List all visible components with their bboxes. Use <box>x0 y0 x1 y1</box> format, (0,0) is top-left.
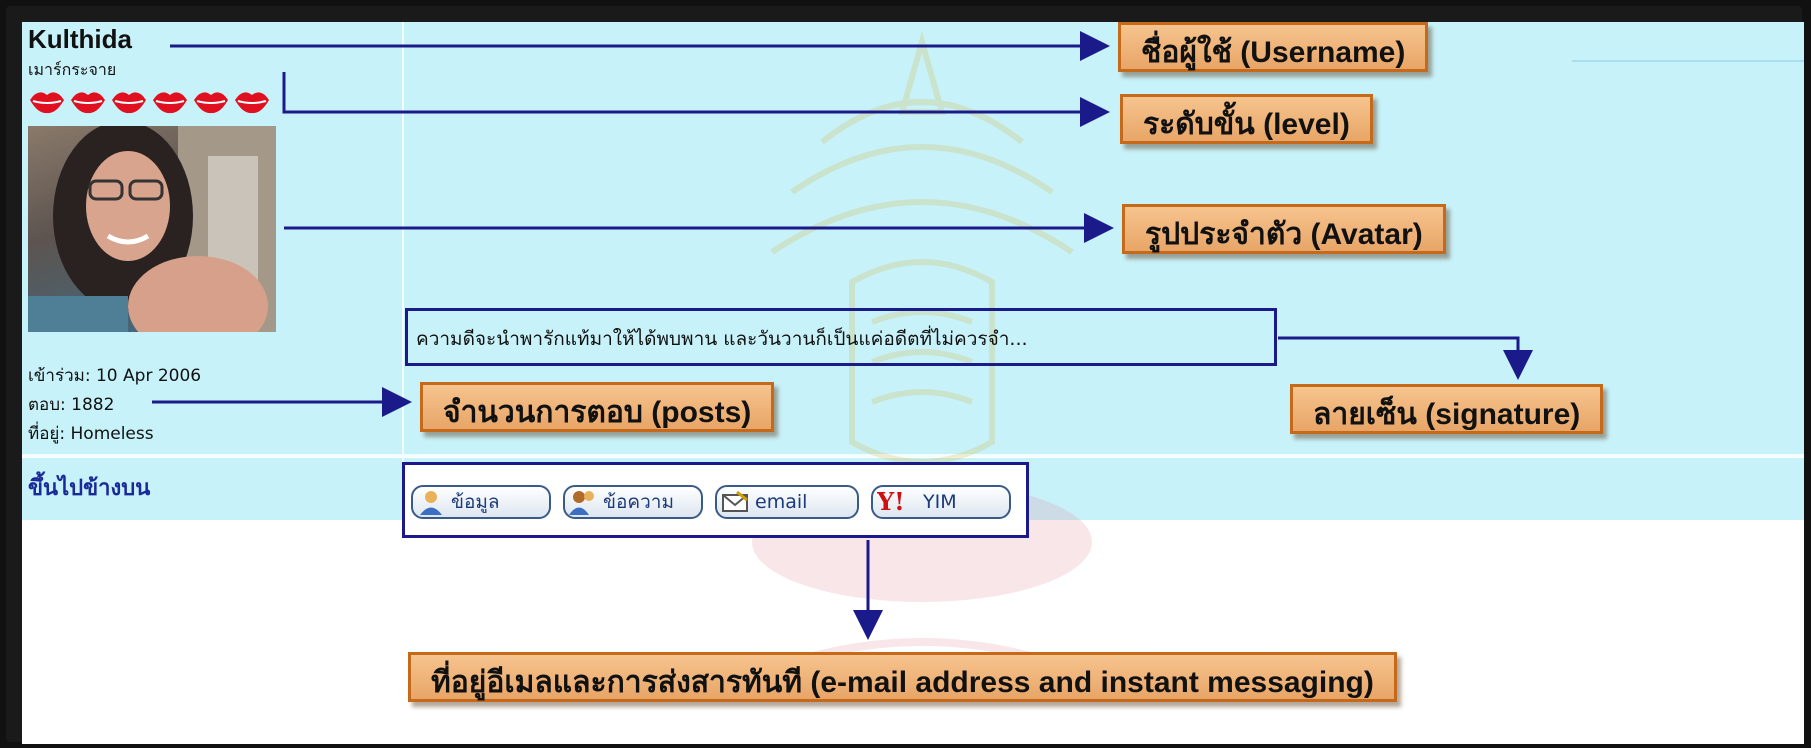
email-label: email <box>755 491 808 513</box>
rank-title: เมาร์กระจาย <box>28 60 117 79</box>
level-icons <box>28 86 271 116</box>
avatar-photo <box>28 126 276 332</box>
username: Kulthida <box>28 24 132 54</box>
signature: ความดีจะนำพารักแท้มาให้ได้พบพาน และวันวา… <box>405 308 1277 366</box>
annotation-avatar: รูปประจำตัว (Avatar) <box>1122 204 1446 254</box>
svg-text:Y!: Y! <box>877 488 905 516</box>
private-message-label: ข้อความ <box>603 491 674 513</box>
email-button[interactable]: email <box>715 485 859 519</box>
user-icon <box>420 491 442 515</box>
yahoo-messenger-icon: Y! <box>877 488 905 516</box>
lips-icon <box>71 92 105 114</box>
header-divider <box>1572 60 1804 62</box>
annotation-signature: ลายเซ็น (signature) <box>1290 384 1604 434</box>
lips-icon <box>30 92 64 114</box>
column-divider <box>402 22 404 520</box>
contact-buttons: ข้อมูล ข้อความ email Y! YIM <box>402 462 1029 538</box>
lips-icon <box>194 92 228 114</box>
user-stats: เข้าร่วม: 10 Apr 2006 ตอบ: 1882 ที่อยู่:… <box>28 362 201 449</box>
profile-info-button[interactable]: ข้อมูล <box>411 485 551 519</box>
profile-info-label: ข้อมูล <box>451 491 500 513</box>
users-message-icon <box>569 491 594 515</box>
yim-label: YIM <box>923 491 957 513</box>
avatar <box>28 126 276 332</box>
lips-icon <box>235 92 269 114</box>
annotation-posts: จำนวนการตอบ (posts) <box>420 382 775 432</box>
private-message-button[interactable]: ข้อความ <box>563 485 703 519</box>
envelope-icon <box>722 490 748 512</box>
annotation-level: ระดับขั้น (level) <box>1120 94 1373 144</box>
lips-icon <box>153 92 187 114</box>
forum-post-panel: Kulthida เมาร์กระจาย เข้าร่วม: 10 Apr 20… <box>22 22 1804 744</box>
post-count: ตอบ: 1882 <box>28 395 115 415</box>
lips-icon <box>112 92 146 114</box>
yim-button[interactable]: Y! YIM <box>871 485 1011 519</box>
annotation-contact: ที่อยู่อีเมลและการส่งสารทันที (e-mail ad… <box>408 652 1397 702</box>
location: ที่อยู่: Homeless <box>28 424 154 444</box>
annotation-username: ชื่อผู้ใช้ (Username) <box>1118 22 1429 72</box>
back-to-top-link[interactable]: ขึ้นไปข้างบน <box>28 470 150 505</box>
joined-date: เข้าร่วม: 10 Apr 2006 <box>28 366 202 386</box>
